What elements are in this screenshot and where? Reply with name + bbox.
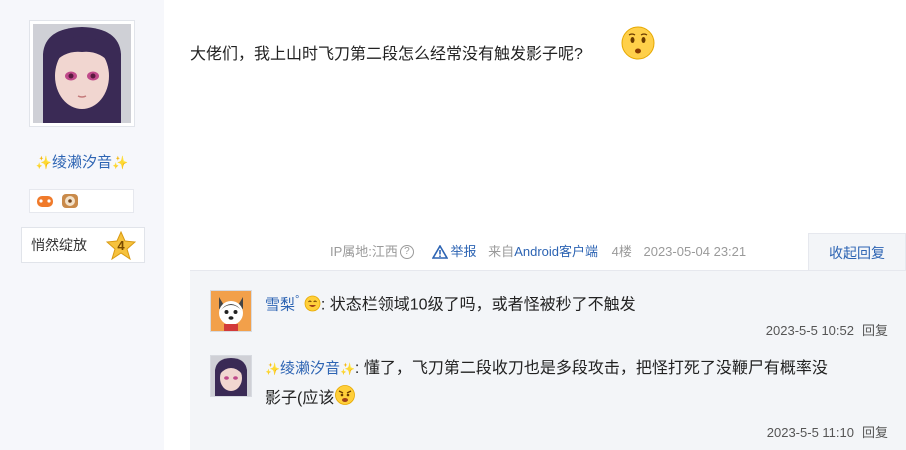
sparkle-icon: ✨ (112, 155, 129, 170)
help-icon[interactable]: ? (399, 245, 414, 259)
avatar-image (33, 24, 131, 123)
reply-footer: 2023-5-5 11:10 回复 (767, 422, 888, 441)
reply-author[interactable]: 雪梨 (265, 296, 295, 313)
post-content: 大佬们，我上山时飞刀第二段怎么经常没有触发影子呢? (190, 46, 583, 63)
level-number: 4 (117, 238, 125, 253)
user-avatar[interactable] (29, 20, 135, 127)
post-meta: IP属地:江西? 举报 来自Android客户端 4楼 2023-05-04 2… (330, 242, 746, 262)
ball-badge-icon[interactable] (61, 193, 79, 209)
worried-face-emoji-icon (621, 26, 655, 60)
sparkle-icon: ✨ (339, 362, 355, 376)
source-prefix: 来自 (488, 244, 515, 259)
reply-button[interactable]: 回复 (862, 323, 888, 338)
user-sidebar: ✨绫濑汐音✨ 悄然绽放 4 (0, 0, 164, 450)
sparkle-icon: ✨ (35, 155, 52, 170)
gamepad-badge-icon[interactable] (36, 193, 54, 209)
reply-author[interactable]: 绫濑汐音 (280, 360, 340, 377)
author-suffix: ° (295, 294, 300, 306)
reply-content: : 状态栏领域10级了吗，或者怪被秒了不触发 (320, 296, 636, 314)
angry-emoji-icon (335, 385, 356, 405)
reply-avatar[interactable] (210, 290, 252, 332)
floor-number: 4楼 (611, 244, 632, 259)
reply-button[interactable]: 回复 (862, 425, 888, 440)
reply-footer: 2023-5-5 10:52 回复 (766, 320, 888, 339)
report-button[interactable]: 举报 (431, 242, 477, 265)
reply-content-line2: 影子(应该 (265, 390, 335, 407)
warning-icon (431, 245, 448, 259)
reply-text: 雪梨° : 状态栏领域10级了吗，或者怪被秒了不触发 (265, 288, 636, 317)
source-link[interactable]: Android客户端 (514, 242, 598, 262)
smile-emoji-icon (304, 295, 321, 312)
collapse-replies-button[interactable]: 收起回复 (808, 233, 906, 271)
ip-location: IP属地:江西 (330, 244, 398, 259)
reply-content-line1: : 懂了，飞刀第二段收刀也是多段攻击，把怪打死了没鞭尸有概率没 (354, 360, 828, 377)
reply-time: 2023-5-5 11:10 (766, 425, 854, 440)
reply-list: 雪梨° : 状态栏领域10级了吗，或者怪被秒了不触发 2023-5-5 10:5… (190, 270, 906, 450)
sparkle-icon: ✨ (265, 362, 280, 376)
reply-time: 2023-5-5 10:52 (765, 323, 854, 338)
level-name: 悄然绽放 (31, 237, 87, 253)
reply-avatar[interactable] (210, 355, 252, 397)
report-label[interactable]: 举报 (451, 242, 477, 262)
username-text[interactable]: 绫濑汐音 (52, 154, 112, 171)
user-level[interactable]: 悄然绽放 4 (21, 227, 145, 263)
reply-text: ✨绫濑汐音✨: 懂了，飞刀第二段收刀也是多段攻击，把怪打死了没鞭尸有概率没 影子… (265, 357, 895, 411)
badge-row (29, 189, 134, 213)
username[interactable]: ✨绫濑汐音✨ (0, 152, 164, 174)
post-source: 来自Android客户端 (488, 242, 598, 262)
post-timestamp: 2023-05-04 23:21 (643, 244, 747, 259)
dog-avatar-image (211, 291, 251, 331)
anime-avatar-image (211, 356, 251, 396)
